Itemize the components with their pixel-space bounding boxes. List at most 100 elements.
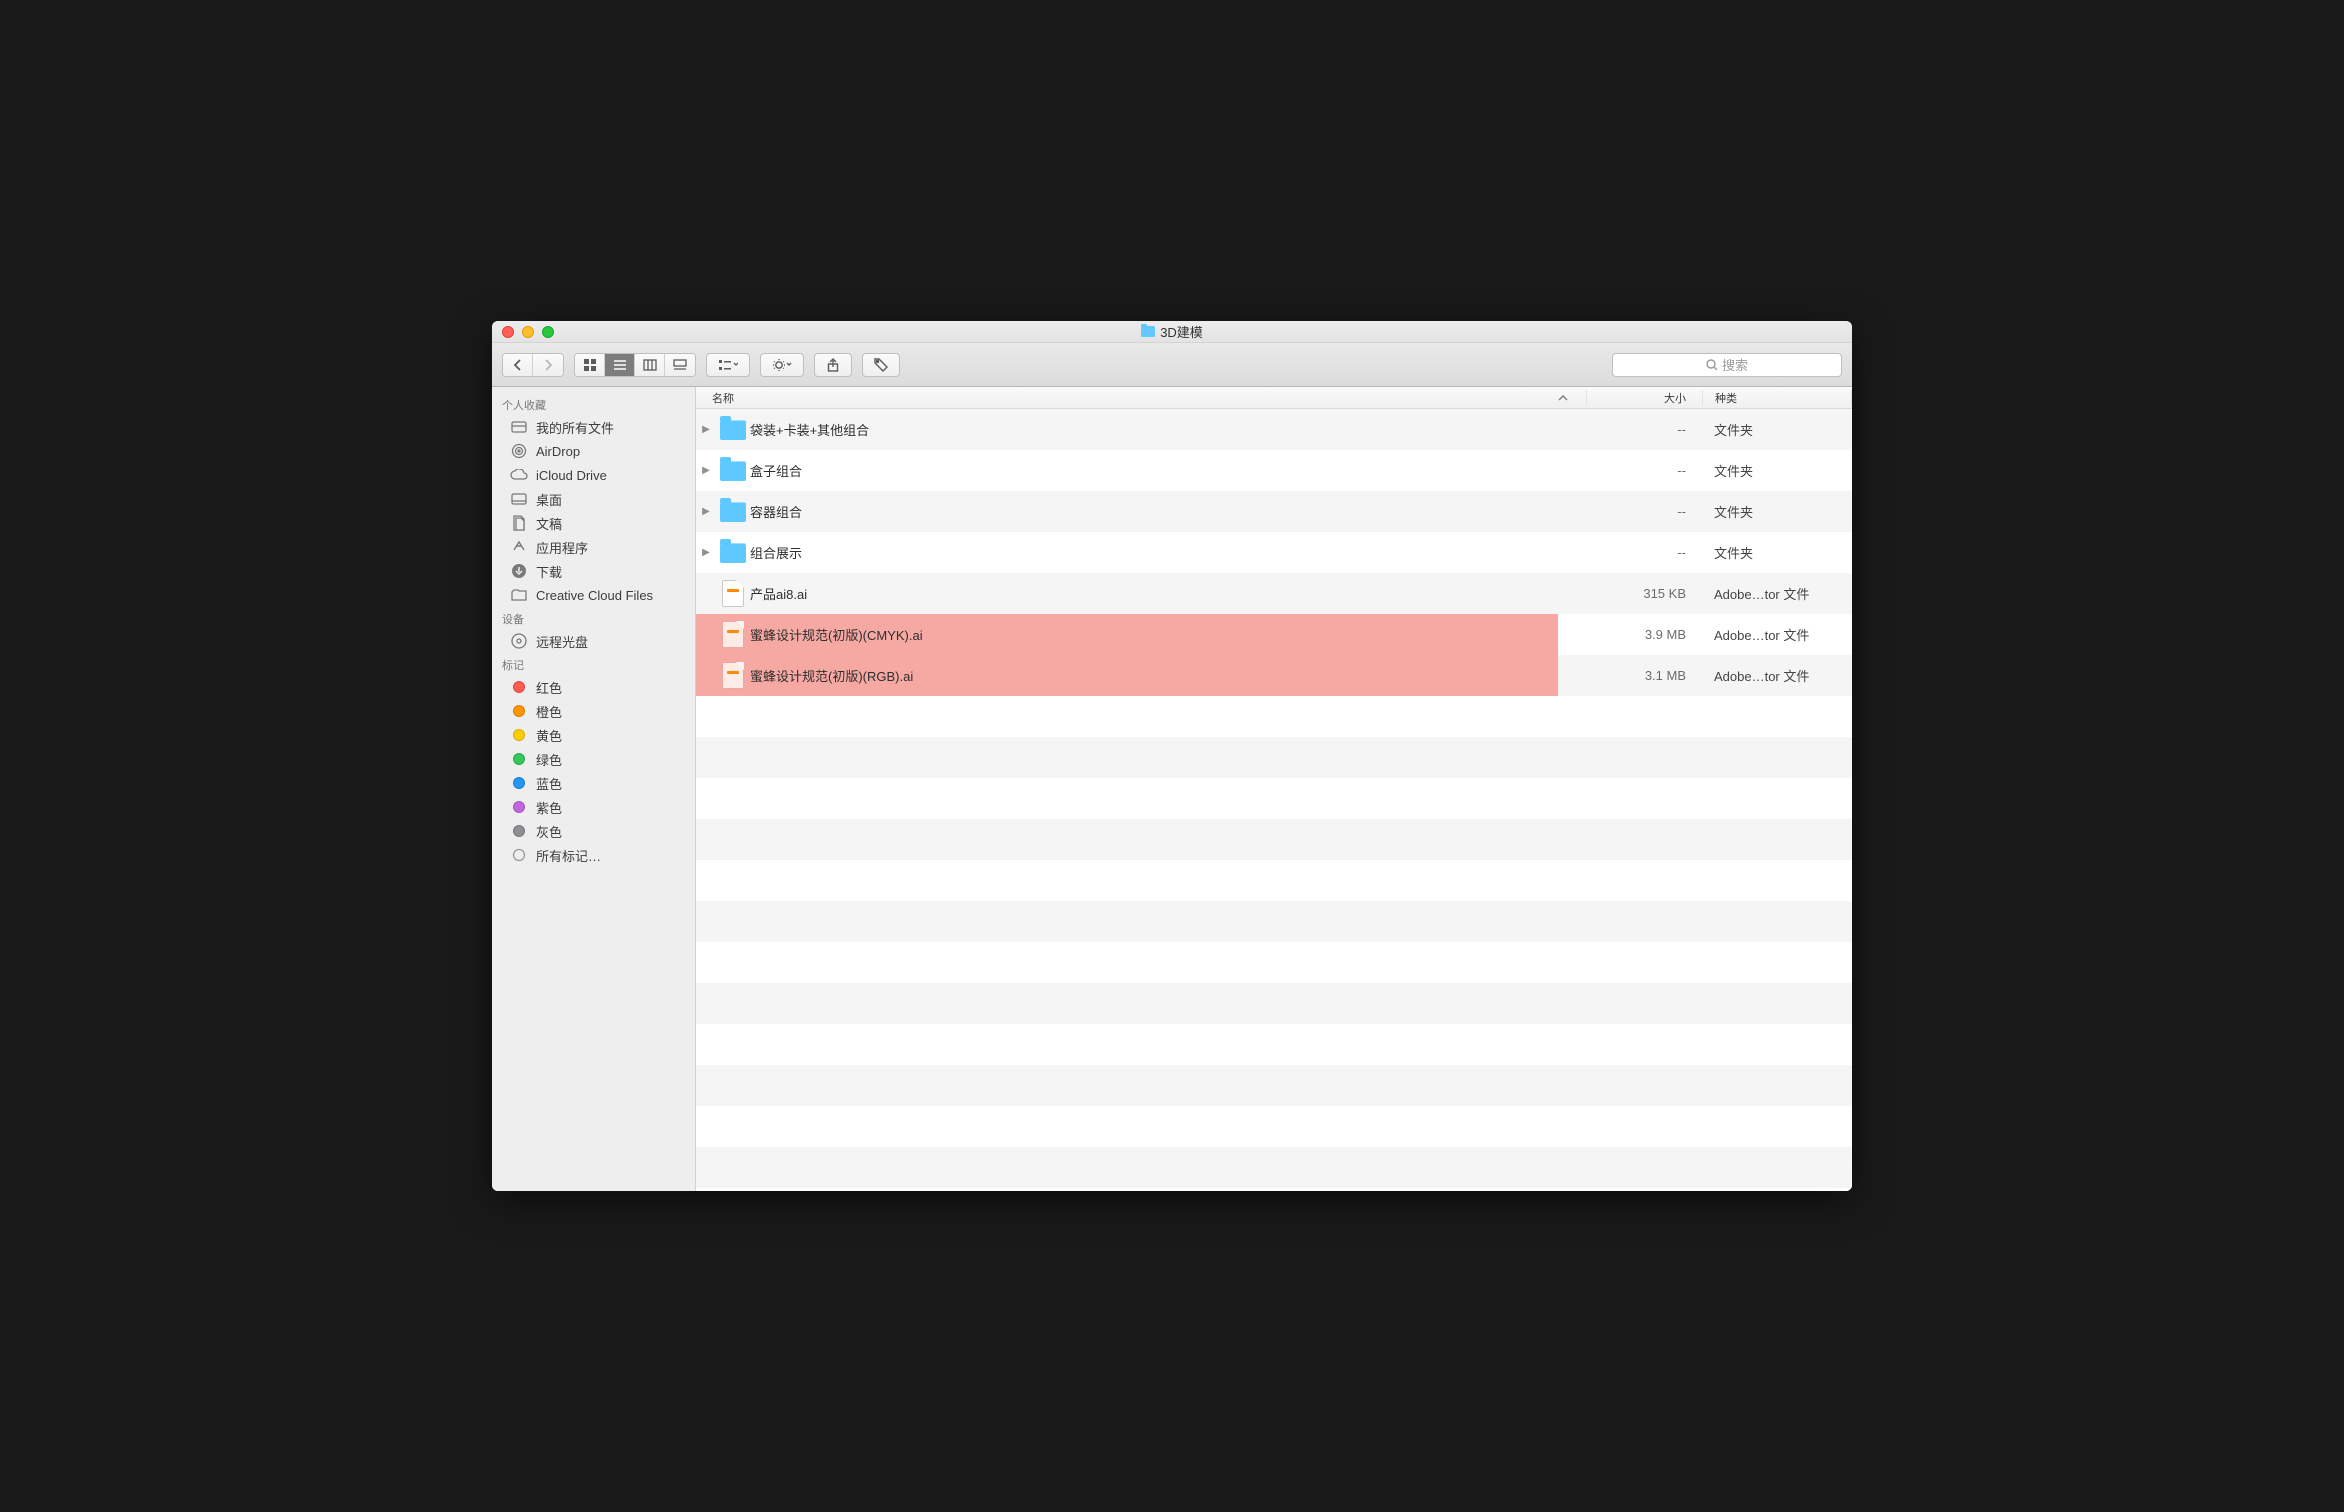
sidebar-item-label: AirDrop [536, 444, 580, 459]
list-view-button[interactable] [605, 354, 635, 376]
sidebar-item-label: 黄色 [536, 726, 562, 745]
sidebar-tag-item[interactable]: 紫色 [492, 795, 695, 819]
sidebar-item-label: 红色 [536, 678, 562, 697]
traffic-lights [502, 326, 554, 338]
sidebar-item-downloads[interactable]: 下载 [492, 559, 695, 583]
tag-dot-icon [510, 750, 528, 768]
empty-row [696, 983, 1852, 1024]
empty-row [696, 778, 1852, 819]
file-kind: 文件夹 [1702, 420, 1852, 439]
folder-row[interactable]: ▶容器组合--文件夹 [696, 491, 1852, 532]
sidebar-item-label: 文稿 [536, 514, 562, 533]
sidebar-tag-item[interactable]: 绿色 [492, 747, 695, 771]
column-headers: 名称 大小 种类 [696, 387, 1852, 409]
forward-button[interactable] [533, 354, 563, 376]
file-size: -- [1586, 422, 1702, 437]
cloud-icon [510, 466, 528, 484]
ai-file-icon [716, 580, 750, 607]
file-size: -- [1586, 504, 1702, 519]
chevron-up-icon [1558, 394, 1568, 402]
sidebar-tag-item[interactable]: 灰色 [492, 819, 695, 843]
ai-file-icon [716, 662, 750, 689]
sidebar-item-label: 应用程序 [536, 538, 588, 557]
empty-row [696, 696, 1852, 737]
sidebar-item-all-files[interactable]: 我的所有文件 [492, 415, 695, 439]
column-kind[interactable]: 种类 [1702, 390, 1852, 406]
sidebar-tag-item[interactable]: 蓝色 [492, 771, 695, 795]
file-name: 盒子组合 [750, 461, 1558, 480]
sidebar-item-label: 桌面 [536, 490, 562, 509]
sidebar-item-desktop[interactable]: 桌面 [492, 487, 695, 511]
sidebar-item-icloud[interactable]: iCloud Drive [492, 463, 695, 487]
folder-icon [716, 502, 750, 522]
finder-window: 3D建模 [492, 321, 1852, 1191]
back-button[interactable] [503, 354, 533, 376]
file-kind: 文件夹 [1702, 502, 1852, 521]
empty-row [696, 819, 1852, 860]
disclosure-triangle[interactable]: ▶ [696, 424, 716, 435]
empty-row [696, 942, 1852, 983]
view-mode-buttons [574, 353, 696, 377]
sort-indicator[interactable] [1558, 394, 1586, 402]
sidebar-tag-item[interactable]: 黄色 [492, 723, 695, 747]
file-size: -- [1586, 545, 1702, 560]
sidebar-item-label: 我的所有文件 [536, 418, 614, 437]
empty-row [696, 1147, 1852, 1188]
folder-row[interactable]: ▶ 组合展示 --文件夹 [696, 532, 1852, 573]
file-row[interactable]: 蜜蜂设计规范(初版)(CMYK).ai3.9 MBAdobe…tor 文件 [696, 614, 1852, 655]
search-input[interactable]: 搜索 [1612, 353, 1842, 377]
arrange-button[interactable] [706, 353, 750, 377]
search-icon [1706, 359, 1718, 371]
sidebar-tag-item[interactable]: 红色 [492, 675, 695, 699]
column-view-button[interactable] [635, 354, 665, 376]
tags-button[interactable] [862, 353, 900, 377]
ai-file-icon [716, 621, 750, 648]
disclosure-triangle[interactable]: ▶ [696, 465, 716, 476]
file-name: 组合展示 [750, 543, 1558, 562]
file-row[interactable]: 产品ai8.ai315 KBAdobe…tor 文件 [696, 573, 1852, 614]
sidebar-item-label: 紫色 [536, 798, 562, 817]
sidebar-item-label: 所有标记… [536, 846, 601, 865]
folder-row[interactable]: ▶ 袋装+卡装+其他组合 --文件夹 [696, 409, 1852, 450]
disclosure-triangle[interactable]: ▶ [696, 547, 716, 558]
sidebar-item-label: 绿色 [536, 750, 562, 769]
remote-disc-icon [510, 632, 528, 650]
column-size[interactable]: 大小 [1586, 390, 1702, 406]
action-button[interactable] [760, 353, 804, 377]
folder-row[interactable]: ▶盒子组合--文件夹 [696, 450, 1852, 491]
sidebar-item-applications[interactable]: 应用程序 [492, 535, 695, 559]
sidebar-item-documents[interactable]: 文稿 [492, 511, 695, 535]
sidebar-item-label: iCloud Drive [536, 468, 607, 483]
sidebar-tag-item[interactable]: 所有标记… [492, 843, 695, 867]
share-button[interactable] [814, 353, 852, 377]
sidebar-item-label: 下载 [536, 562, 562, 581]
sidebar: 个人收藏 我的所有文件 AirDrop iCloud Drive 桌面 文稿 [492, 387, 696, 1191]
file-name: 袋装+卡装+其他组合 [750, 420, 1558, 439]
empty-row [696, 860, 1852, 901]
titlebar: 3D建模 [492, 321, 1852, 343]
disclosure-triangle[interactable]: ▶ [696, 506, 716, 517]
folder-icon [716, 543, 750, 563]
sidebar-section-favorites: 个人收藏 [492, 393, 695, 415]
rows: ▶袋装+卡装+其他组合--文件夹▶盒子组合--文件夹▶容器组合--文件夹▶组合展… [696, 409, 1852, 1191]
sidebar-item-label: 远程光盘 [536, 632, 588, 651]
tag-dot-icon [510, 798, 528, 816]
close-window-button[interactable] [502, 326, 514, 338]
downloads-icon [510, 562, 528, 580]
file-kind: 文件夹 [1702, 543, 1852, 562]
tag-dot-icon [510, 822, 528, 840]
zoom-window-button[interactable] [542, 326, 554, 338]
file-name: 蜜蜂设计规范(初版)(CMYK).ai [750, 625, 1558, 644]
sidebar-item-remote-disc[interactable]: 远程光盘 [492, 629, 695, 653]
coverflow-view-button[interactable] [665, 354, 695, 376]
column-name[interactable]: 名称 [696, 390, 1558, 406]
tag-dot-icon [510, 846, 528, 864]
toolbar: 搜索 [492, 343, 1852, 387]
sidebar-item-airdrop[interactable]: AirDrop [492, 439, 695, 463]
minimize-window-button[interactable] [522, 326, 534, 338]
icon-view-button[interactable] [575, 354, 605, 376]
sidebar-tag-item[interactable]: 橙色 [492, 699, 695, 723]
file-row[interactable]: 蜜蜂设计规范(初版)(RGB).ai3.1 MBAdobe…tor 文件 [696, 655, 1852, 696]
sidebar-item-creative-cloud[interactable]: Creative Cloud Files [492, 583, 695, 607]
file-kind: Adobe…tor 文件 [1702, 655, 1852, 696]
